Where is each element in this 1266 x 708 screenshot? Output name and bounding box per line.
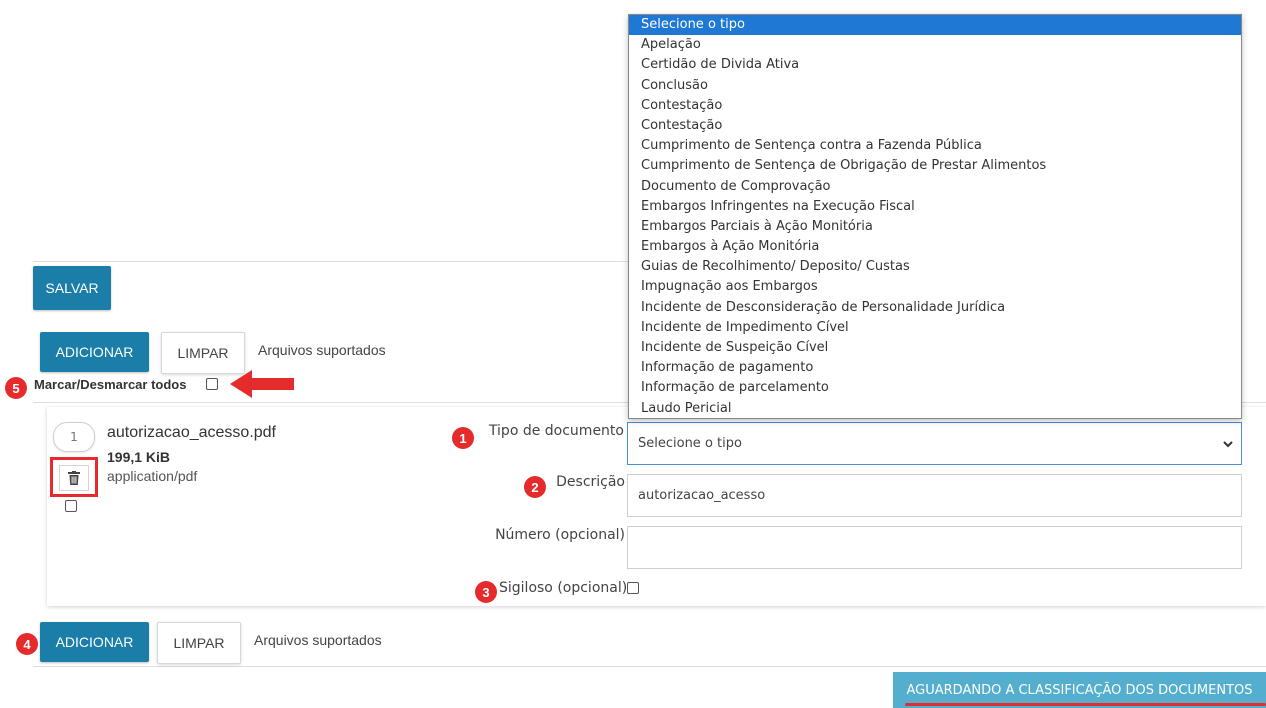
dropdown-option[interactable]: Embargos Parciais à Ação Monitória bbox=[629, 217, 1241, 237]
dropdown-option[interactable]: Guias de Recolhimento/ Deposito/ Custas bbox=[629, 257, 1241, 277]
document-type-value: Selecione o tipo bbox=[638, 436, 742, 451]
select-all-checkbox[interactable] bbox=[206, 378, 218, 390]
dropdown-option[interactable]: Embargos à Ação Monitória bbox=[629, 237, 1241, 257]
add-button[interactable]: ADICIONAR bbox=[40, 332, 149, 372]
dropdown-option[interactable]: Informação de parcelamento bbox=[629, 378, 1241, 398]
dropdown-option[interactable]: Cumprimento de Sentença de Obrigação de … bbox=[629, 156, 1241, 176]
file-size: 199,1 KiB bbox=[107, 449, 171, 465]
file-mime-type: application/pdf bbox=[107, 468, 198, 484]
select-all-label: Marcar/Desmarcar todos bbox=[34, 377, 187, 392]
dropdown-option[interactable]: Contestação bbox=[629, 116, 1241, 136]
file-index-badge: 1 bbox=[53, 422, 95, 452]
dropdown-option[interactable]: Embargos Infringentes na Execução Fiscal bbox=[629, 197, 1241, 217]
dropdown-option[interactable]: Documento de Comprovação bbox=[629, 177, 1241, 197]
dropdown-option[interactable]: Cumprimento de Sentença contra a Fazenda… bbox=[629, 136, 1241, 156]
chevron-down-icon bbox=[1223, 441, 1233, 448]
description-value: autorizacao_acesso bbox=[638, 488, 766, 503]
document-type-select[interactable]: Selecione o tipo bbox=[627, 422, 1242, 465]
number-input[interactable] bbox=[627, 526, 1242, 569]
section-divider bbox=[33, 261, 633, 262]
dropdown-option[interactable]: Certidão de Divida Ativa bbox=[629, 55, 1241, 75]
step-marker-5: 5 bbox=[5, 377, 27, 399]
file-card: 1 autorizacao_acesso.pdf 199,1 KiB appli… bbox=[47, 407, 1266, 606]
dropdown-option[interactable]: Incidente de Impedimento Cível bbox=[629, 318, 1241, 338]
secret-checkbox[interactable] bbox=[627, 582, 639, 594]
document-type-label: Tipo de documento bbox=[488, 423, 624, 439]
dropdown-option[interactable]: Informação de pagamento bbox=[629, 358, 1241, 378]
secret-label: Sigiloso (opcional) bbox=[499, 580, 628, 596]
document-type-dropdown[interactable]: Selecione o tipo Apelação Certidão de Di… bbox=[628, 14, 1242, 419]
number-label: Número (opcional) bbox=[495, 527, 625, 543]
clear-button-bottom[interactable]: LIMPAR bbox=[157, 622, 241, 664]
add-button-bottom[interactable]: ADICIONAR bbox=[40, 622, 149, 662]
file-select-checkbox[interactable] bbox=[65, 500, 77, 512]
description-label: Descrição bbox=[556, 474, 625, 490]
step-marker-1: 1 bbox=[452, 427, 474, 449]
trash-icon bbox=[68, 471, 80, 485]
step-marker-4: 4 bbox=[16, 633, 38, 655]
dropdown-option[interactable]: Selecione o tipo bbox=[629, 15, 1241, 36]
dropdown-option[interactable]: Conclusão bbox=[629, 76, 1241, 96]
step-marker-3: 3 bbox=[475, 581, 497, 603]
save-button[interactable]: SALVAR bbox=[33, 266, 111, 310]
description-input[interactable]: autorizacao_acesso bbox=[627, 474, 1242, 517]
dropdown-option[interactable]: Impugnação aos Embargos bbox=[629, 277, 1241, 297]
section-divider bbox=[33, 666, 1266, 667]
dropdown-option[interactable]: Contestação bbox=[629, 96, 1241, 116]
file-name: autorizacao_acesso.pdf bbox=[107, 424, 276, 441]
dropdown-option[interactable]: Incidente de Suspeição Cível bbox=[629, 338, 1241, 358]
supported-files-link-bottom[interactable]: Arquivos suportados bbox=[254, 632, 382, 648]
delete-file-button[interactable] bbox=[59, 465, 89, 491]
supported-files-link[interactable]: Arquivos suportados bbox=[258, 342, 386, 358]
dropdown-option[interactable]: Incidente de Desconsideração de Personal… bbox=[629, 298, 1241, 318]
dropdown-option[interactable]: Laudo Pericial bbox=[629, 399, 1241, 418]
highlight-underline bbox=[905, 703, 1266, 706]
dropdown-option[interactable]: Apelação bbox=[629, 35, 1241, 55]
arrow-left-icon bbox=[230, 370, 294, 398]
